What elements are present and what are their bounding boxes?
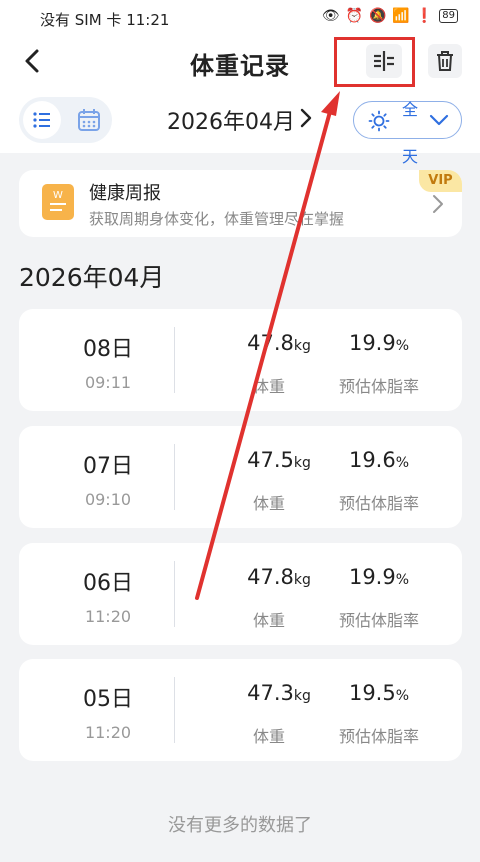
chevron-right-icon (433, 195, 443, 213)
vip-badge: VIP (419, 170, 462, 192)
bodyfat-label: 预估体脂率 (338, 377, 419, 396)
record-card[interactable]: 06日 11:20 47.8kg 体重 19.9% 预估体脂率 (19, 543, 462, 645)
record-day: 07日 (83, 454, 133, 479)
record-time: 09:10 (84, 490, 132, 509)
banner-title: 健康周报 (89, 183, 161, 204)
bodyfat-label: 预估体脂率 (338, 727, 419, 746)
battery-icon: 89 (439, 9, 458, 23)
list-view-button[interactable] (23, 101, 61, 139)
record-card[interactable]: 07日 09:10 47.5kg 体重 19.6% 预估体脂率 (19, 426, 462, 528)
svg-text:W: W (53, 190, 63, 201)
eye-icon: 👁 (321, 8, 340, 24)
calendar-view-button[interactable] (70, 101, 108, 139)
bodyfat-value: 19.5% (348, 681, 410, 705)
banner-subtitle: 获取周期身体变化，体重管理尽在掌握 (89, 210, 345, 228)
mute-icon: 🔕 (368, 8, 387, 24)
month-selector[interactable]: 2026年04月 (167, 104, 312, 136)
record-day: 05日 (83, 687, 133, 712)
view-toggle (19, 97, 112, 143)
alarm-icon: ⏰ (345, 8, 363, 24)
list-icon (33, 112, 50, 128)
weight-value: 47.8kg (247, 565, 311, 589)
weight-label: 体重 (252, 377, 285, 396)
record-card[interactable]: 08日 09:11 47.8kg 体重 19.9% 预估体脂率 (19, 309, 462, 411)
record-day: 08日 (83, 337, 133, 362)
record-time: 11:20 (84, 607, 132, 626)
record-card[interactable]: 05日 11:20 47.3kg 体重 19.5% 预估体脂率 (19, 659, 462, 761)
weight-label: 体重 (252, 494, 285, 513)
delete-button[interactable] (428, 44, 462, 78)
weight-label: 体重 (252, 611, 285, 630)
sun-icon (368, 110, 390, 132)
chevron-right-icon (300, 108, 312, 128)
divider (174, 677, 175, 743)
bodyfat-label: 预估体脂率 (338, 611, 419, 630)
divider (174, 327, 175, 393)
record-time: 09:11 (84, 373, 132, 392)
report-doc-icon: W (42, 184, 74, 220)
period-label: 全天 (401, 100, 418, 166)
calendar-icon (78, 109, 100, 131)
alert-icon: ❗ (415, 8, 434, 24)
divider (174, 561, 175, 627)
no-more-data-text: 没有更多的数据了 (168, 815, 312, 836)
wifi-icon: 📶 (392, 8, 410, 24)
divider (174, 444, 175, 510)
status-icons: 👁 ⏰ 🔕 📶 ❗ 89 (322, 8, 458, 24)
status-text: 没有 SIM 卡 11:21 (40, 11, 170, 29)
bodyfat-value: 19.9% (348, 565, 410, 589)
section-title: 2026年04月 (19, 263, 165, 292)
bodyfat-value: 19.9% (348, 331, 410, 355)
bodyfat-value: 19.6% (348, 448, 410, 472)
trash-icon (437, 51, 453, 71)
chevron-down-icon (429, 114, 449, 126)
status-bar: 没有 SIM 卡 11:21 👁 ⏰ 🔕 📶 ❗ 89 (0, 0, 480, 36)
weight-value: 47.8kg (247, 331, 311, 355)
record-time: 11:20 (84, 723, 132, 742)
weight-value: 47.3kg (247, 681, 311, 705)
month-label: 2026年04月 (167, 110, 295, 135)
weekly-report-banner[interactable]: W 健康周报 获取周期身体变化，体重管理尽在掌握 VIP (19, 170, 462, 237)
bodyfat-label: 预估体脂率 (338, 494, 419, 513)
weight-label: 体重 (252, 727, 285, 746)
weight-value: 47.5kg (247, 448, 311, 472)
record-day: 06日 (83, 571, 133, 596)
highlight-box (334, 37, 415, 87)
